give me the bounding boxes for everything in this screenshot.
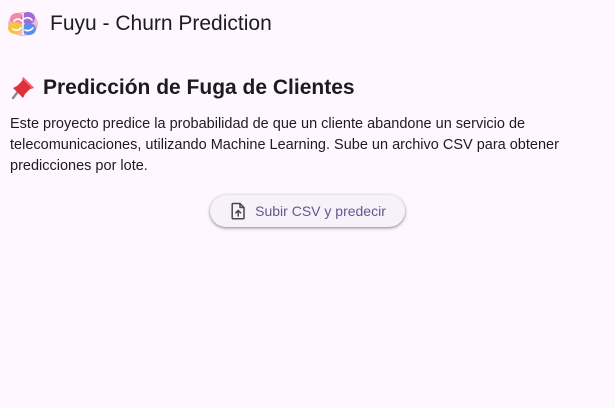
pushpin-icon [10,75,36,101]
page-title: Predicción de Fuga de Clientes [10,74,605,102]
brain-icon [6,9,40,39]
upload-csv-button-label: Subir CSV y predecir [255,203,386,219]
upload-csv-button[interactable]: Subir CSV y predecir [210,195,405,227]
app-title: Fuyu - Churn Prediction [50,12,272,35]
file-upload-icon [230,202,246,220]
app-bar: Fuyu - Churn Prediction [0,0,615,48]
page-title-text: Predicción de Fuga de Clientes [43,76,355,99]
main-content: Predicción de Fuga de Clientes Este proy… [10,74,605,177]
upload-button-container: Subir CSV y predecir [0,195,615,227]
project-description: Este proyecto predice la probabilidad de… [10,116,559,174]
